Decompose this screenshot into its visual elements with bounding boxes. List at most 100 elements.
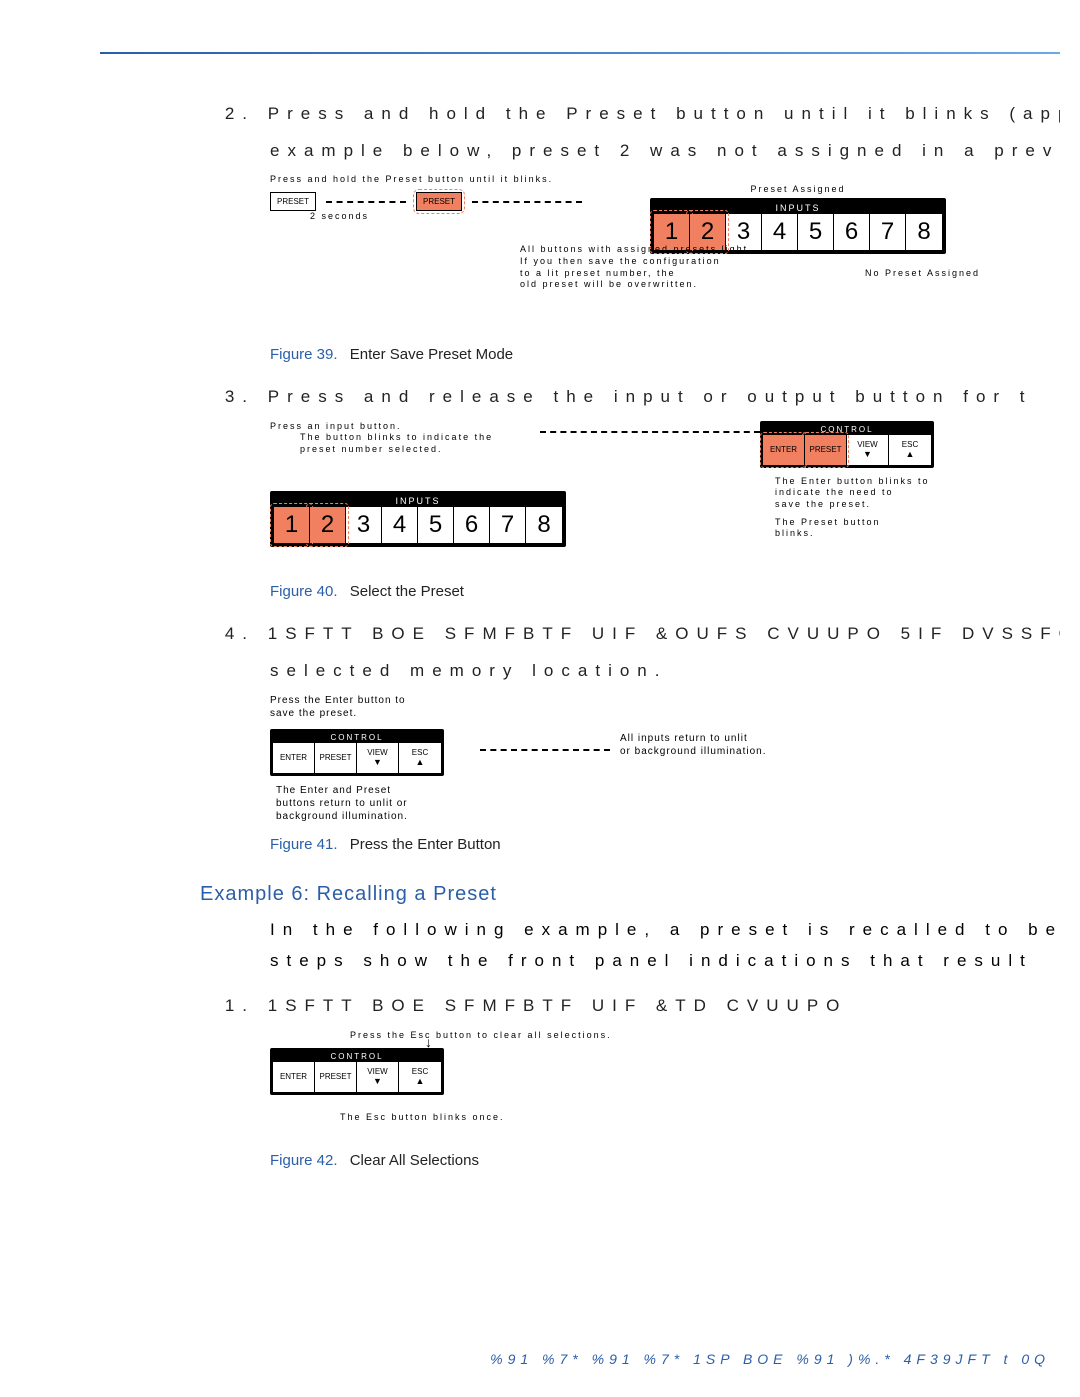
fig40-r1: The Enter button blinks to	[775, 476, 1005, 488]
step-4: 4. 1SFTT BOE SFMFBTF UIF &OUFS CVUUPO 5I…	[100, 620, 1060, 647]
esc-button[interactable]: ESC▲	[889, 435, 931, 465]
enter-button[interactable]: ENTER	[273, 1062, 315, 1092]
fig39-pa-label: Preset Assigned	[650, 184, 946, 196]
view-button[interactable]: VIEW▼	[357, 743, 399, 773]
step-2: 2. Press and hold the Preset button unti…	[100, 100, 1060, 127]
enter-button[interactable]: ENTER	[763, 435, 805, 465]
fig39-num: Figure 39.	[270, 346, 338, 363]
preset-button-blink[interactable]: PRESET	[416, 192, 462, 211]
fig41-b3: background illumination.	[276, 810, 506, 823]
input-3[interactable]: 3	[346, 507, 382, 543]
preset-button-initial[interactable]: PRESET	[270, 192, 316, 211]
dashline-fig41	[480, 749, 610, 751]
fig40-right: The Enter button blinks to indicate the …	[775, 476, 1005, 540]
fig39-cap: Enter Save Preset Mode	[350, 346, 513, 363]
step-4-line1: 1SFTT BOE SFMFBTF UIF &OUFS CVUUPO 5IF D…	[268, 624, 1060, 643]
fig40-r4: The Preset button	[775, 517, 1005, 529]
figure-39-label: Figure 39. Enter Save Preset Mode	[270, 346, 1060, 363]
step-2-line1: Press and hold the Preset button until i…	[268, 104, 1060, 123]
fig39-u2: If you then save the configuration	[520, 256, 980, 268]
view-button[interactable]: VIEW▼	[357, 1062, 399, 1092]
figure-40-label: Figure 40. Select the Preset	[270, 583, 1060, 600]
input-1[interactable]: 1	[274, 507, 310, 543]
input-7[interactable]: 7	[490, 507, 526, 543]
fig41-num: Figure 41.	[270, 836, 338, 853]
recall-heading: Example 6: Recalling a Preset	[200, 883, 1060, 906]
step-4-num: 4.	[100, 620, 255, 647]
figure-39-diagram: Press and hold the Preset button until i…	[270, 174, 1060, 334]
fig42-top: Press the Esc button to clear all select…	[350, 1030, 612, 1042]
input-6[interactable]: 6	[454, 507, 490, 543]
recall-intro-2: steps show the front panel indications t…	[270, 947, 1060, 974]
fig42-num: Figure 42.	[270, 1152, 338, 1169]
fig41-t1: Press the Enter button to	[270, 694, 406, 707]
fig40-r3: save the preset.	[775, 499, 1005, 511]
strip-label: INPUTS	[654, 202, 942, 214]
fig39-nopa: No Preset Assigned	[865, 268, 980, 280]
fig42-bottom: The Esc button blinks once.	[340, 1112, 505, 1124]
dashline	[472, 201, 582, 203]
fig41-r2: or background illumination.	[620, 745, 880, 758]
preset-button[interactable]: PRESET	[805, 435, 847, 465]
input-8[interactable]: 8	[526, 507, 562, 543]
fig40-l2: The button blinks to indicate the	[300, 432, 520, 444]
fig40-cap: Select the Preset	[350, 583, 464, 600]
fig39-u3: to a lit preset number, the	[520, 268, 676, 280]
step-4-line2: selected memory location.	[270, 657, 1060, 684]
step-3: 3. Press and release the input or output…	[100, 383, 1060, 410]
figure-41-label: Figure 41. Press the Enter Button	[270, 836, 1060, 853]
figure-42-label: Figure 42. Clear All Selections	[270, 1152, 1060, 1169]
fig40-left: Press an input button. The button blinks…	[270, 421, 520, 456]
figure-42-diagram: Press the Esc button to clear all select…	[270, 1030, 1060, 1140]
header-rule	[100, 52, 1060, 54]
preset-button[interactable]: PRESET	[315, 1062, 357, 1092]
control-panel-fig41: CONTROL ENTER PRESET VIEW▼ ESC▲	[270, 729, 444, 776]
input-2[interactable]: 2	[310, 507, 346, 543]
figure-41-diagram: Press the Enter button to save the prese…	[270, 694, 1060, 824]
view-button[interactable]: VIEW▼	[847, 435, 889, 465]
fig41-right: All inputs return to unlit or background…	[620, 732, 880, 758]
recall-s1-num: 1.	[100, 992, 255, 1019]
fig40-r5: blinks.	[775, 528, 1005, 540]
fig40-l1: Press an input button.	[270, 421, 520, 433]
dashline-fig40	[540, 431, 760, 433]
fig39-hold-text: Press and hold the Preset button until i…	[270, 174, 582, 186]
fig40-l3: preset number selected.	[300, 444, 520, 456]
fig41-r1: All inputs return to unlit	[620, 732, 880, 745]
input-4[interactable]: 4	[382, 507, 418, 543]
ctrl-label: CONTROL	[273, 1051, 441, 1062]
input-strip-fig40: INPUTS 1 2 3 4 5 6 7 8	[270, 491, 566, 547]
esc-button[interactable]: ESC▲	[399, 1062, 441, 1092]
fig39-u4: old preset will be overwritten.	[520, 279, 980, 291]
dashline	[326, 201, 406, 203]
step-2-num: 2.	[100, 100, 255, 127]
figure-40-diagram: Press an input button. The button blinks…	[270, 421, 1060, 571]
fig41-top: Press the Enter button to save the prese…	[270, 694, 406, 720]
recall-step-1: 1. 1SFTT BOE SFMFBTF UIF &TD CVUUPO	[100, 992, 1060, 1019]
page-content: 2. Press and hold the Preset button unti…	[100, 100, 1060, 1189]
preset-button[interactable]: PRESET	[315, 743, 357, 773]
fig41-b2: buttons return to unlit or	[276, 797, 506, 810]
ctrl-label: CONTROL	[763, 424, 931, 435]
step-2-line2: example below, preset 2 was not assigned…	[270, 137, 1060, 164]
page-footer: %91 %7* %91 %7* 1SP BOE %91 )%.* 4F39JFT…	[490, 1351, 1050, 1367]
fig40-num: Figure 40.	[270, 583, 338, 600]
strip-label-fig40: INPUTS	[274, 495, 562, 507]
fig41-b1: The Enter and Preset	[276, 784, 506, 797]
fig41-cap: Press the Enter Button	[350, 836, 501, 853]
control-panel-fig40: CONTROL ENTER PRESET VIEW▼ ESC▲	[760, 421, 934, 468]
control-panel-fig42: CONTROL ENTER PRESET VIEW▼ ESC▲	[270, 1048, 444, 1095]
recall-intro-1: In the following example, a preset is re…	[270, 916, 1060, 943]
ctrl-label: CONTROL	[273, 732, 441, 743]
fig41-t2: save the preset.	[270, 707, 406, 720]
step-3-num: 3.	[100, 383, 255, 410]
fig41-bottom: The Enter and Preset buttons return to u…	[276, 784, 506, 823]
fig39-under-text: All buttons with assigned presets light.…	[520, 244, 980, 291]
enter-button[interactable]: ENTER	[273, 743, 315, 773]
input-5[interactable]: 5	[418, 507, 454, 543]
step-3-line1: Press and release the input or output bu…	[268, 387, 1033, 406]
fig39-u1: All buttons with assigned presets light.	[520, 244, 980, 256]
fig40-r2: indicate the need to	[775, 487, 1005, 499]
recall-s1-line1: 1SFTT BOE SFMFBTF UIF &TD CVUUPO	[268, 996, 848, 1015]
esc-button[interactable]: ESC▲	[399, 743, 441, 773]
